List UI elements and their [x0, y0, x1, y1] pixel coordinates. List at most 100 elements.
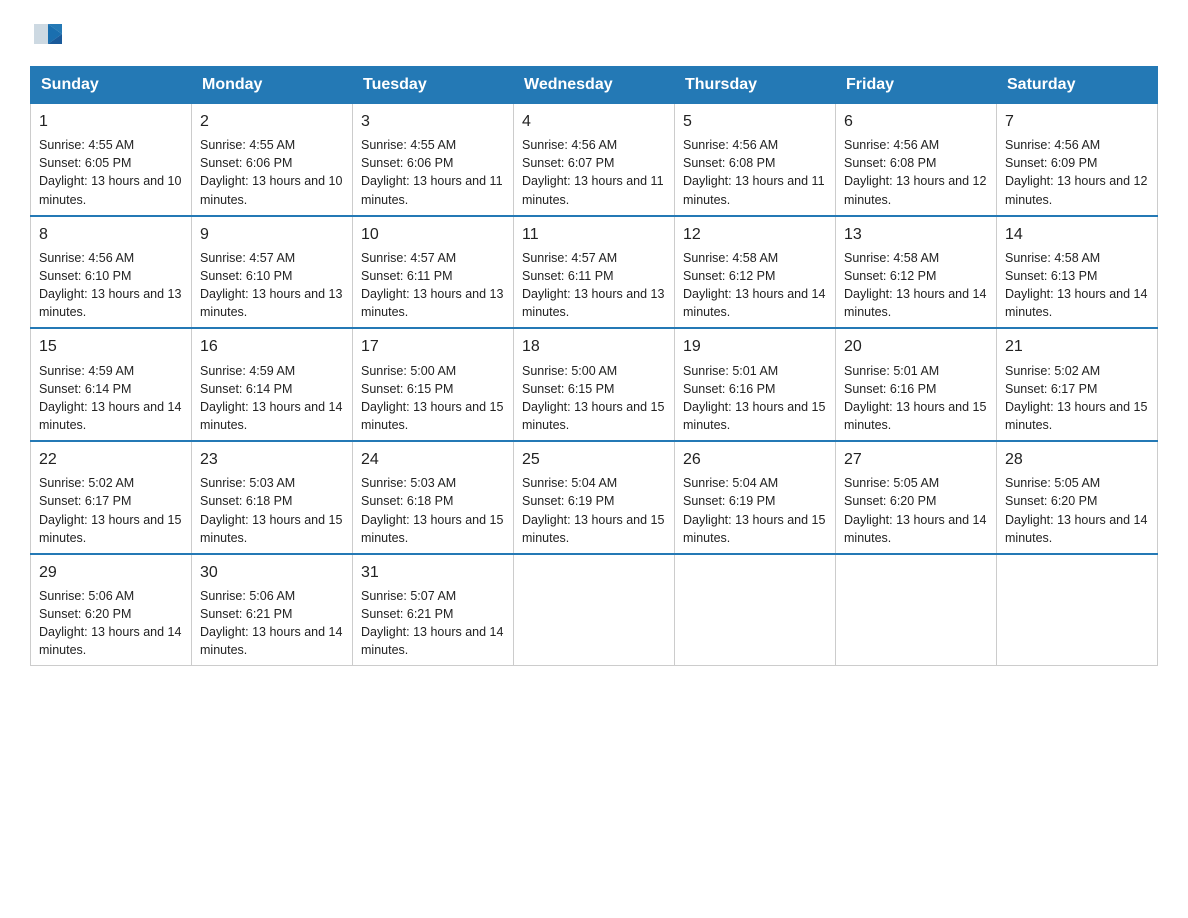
day-info: Sunrise: 4:55 AMSunset: 6:06 PMDaylight:… [200, 136, 344, 209]
calendar-cell: 20Sunrise: 5:01 AMSunset: 6:16 PMDayligh… [836, 328, 997, 441]
calendar-cell: 29 Sunrise: 5:06 AMSunset: 6:20 PMDayligh… [31, 554, 192, 666]
calendar-cell: 7 Sunrise: 4:56 AMSunset: 6:09 PMDaylight… [997, 103, 1158, 216]
day-number: 13 [844, 223, 988, 246]
calendar-cell: 15 Sunrise: 4:59 AMSunset: 6:14 PMDayligh… [31, 328, 192, 441]
day-info: Sunrise: 5:02 AMSunset: 6:17 PMDaylight:… [39, 474, 183, 547]
calendar-cell: 24 Sunrise: 5:03 AMSunset: 6:18 PMDayligh… [353, 441, 514, 554]
day-info: Sunrise: 5:03 AMSunset: 6:18 PMDaylight:… [200, 474, 344, 547]
calendar-cell: 25Sunrise: 5:04 AMSunset: 6:19 PMDayligh… [514, 441, 675, 554]
column-header-sunday: Sunday [31, 67, 192, 103]
day-info: Sunrise: 4:57 AMSunset: 6:11 PMDaylight:… [522, 249, 666, 322]
logo-flag-icon [32, 20, 64, 48]
calendar-table: SundayMondayTuesdayWednesdayThursdayFrid… [30, 66, 1158, 666]
day-number: 29 [39, 561, 183, 584]
column-header-wednesday: Wednesday [514, 67, 675, 103]
page-header [30, 20, 1158, 48]
calendar-cell: 1 Sunrise: 4:55 AMSunset: 6:05 PMDaylight… [31, 103, 192, 216]
day-info: Sunrise: 5:05 AMSunset: 6:20 PMDaylight:… [844, 474, 988, 547]
calendar-cell: 17Sunrise: 5:00 AMSunset: 6:15 PMDayligh… [353, 328, 514, 441]
calendar-cell: 3 Sunrise: 4:55 AMSunset: 6:06 PMDaylight… [353, 103, 514, 216]
day-number: 19 [683, 335, 827, 358]
calendar-cell: 26 Sunrise: 5:04 AMSunset: 6:19 PMDayligh… [675, 441, 836, 554]
calendar-cell [836, 554, 997, 666]
calendar-cell: 21 Sunrise: 5:02 AMSunset: 6:17 PMDayligh… [997, 328, 1158, 441]
day-number: 8 [39, 223, 183, 246]
day-info: Sunrise: 4:55 AMSunset: 6:05 PMDaylight:… [39, 136, 183, 209]
day-number: 3 [361, 110, 505, 133]
day-number: 14 [1005, 223, 1149, 246]
calendar-cell: 19 Sunrise: 5:01 AMSunset: 6:16 PMDayligh… [675, 328, 836, 441]
day-info: Sunrise: 5:01 AMSunset: 6:16 PMDaylight:… [844, 362, 988, 435]
calendar-cell [675, 554, 836, 666]
day-number: 16 [200, 335, 344, 358]
day-number: 12 [683, 223, 827, 246]
day-number: 17 [361, 335, 505, 358]
calendar-cell [997, 554, 1158, 666]
column-header-friday: Friday [836, 67, 997, 103]
day-number: 30 [200, 561, 344, 584]
calendar-cell: 27 Sunrise: 5:05 AMSunset: 6:20 PMDayligh… [836, 441, 997, 554]
calendar-week-row: 8 Sunrise: 4:56 AMSunset: 6:10 PMDaylight… [31, 216, 1158, 329]
calendar-cell: 13 Sunrise: 4:58 AMSunset: 6:12 PMDayligh… [836, 216, 997, 329]
day-info: Sunrise: 4:59 AMSunset: 6:14 PMDaylight:… [39, 362, 183, 435]
day-info: Sunrise: 5:03 AMSunset: 6:18 PMDaylight:… [361, 474, 505, 547]
day-number: 26 [683, 448, 827, 471]
calendar-cell: 4 Sunrise: 4:56 AMSunset: 6:07 PMDaylight… [514, 103, 675, 216]
day-info: Sunrise: 4:58 AMSunset: 6:13 PMDaylight:… [1005, 249, 1149, 322]
day-number: 1 [39, 110, 183, 133]
day-number: 28 [1005, 448, 1149, 471]
calendar-header-row: SundayMondayTuesdayWednesdayThursdayFrid… [31, 67, 1158, 103]
day-info: Sunrise: 4:56 AMSunset: 6:07 PMDaylight:… [522, 136, 666, 209]
day-info: Sunrise: 4:57 AMSunset: 6:11 PMDaylight:… [361, 249, 505, 322]
calendar-cell: 18Sunrise: 5:00 AMSunset: 6:15 PMDayligh… [514, 328, 675, 441]
day-info: Sunrise: 5:04 AMSunset: 6:19 PMDaylight:… [683, 474, 827, 547]
calendar-cell: 11 Sunrise: 4:57 AMSunset: 6:11 PMDayligh… [514, 216, 675, 329]
day-number: 4 [522, 110, 666, 133]
day-number: 2 [200, 110, 344, 133]
day-number: 24 [361, 448, 505, 471]
calendar-cell: 22Sunrise: 5:02 AMSunset: 6:17 PMDayligh… [31, 441, 192, 554]
day-number: 25 [522, 448, 666, 471]
day-info: Sunrise: 4:56 AMSunset: 6:10 PMDaylight:… [39, 249, 183, 322]
logo-area [30, 20, 66, 48]
day-info: Sunrise: 4:56 AMSunset: 6:08 PMDaylight:… [683, 136, 827, 209]
day-info: Sunrise: 5:02 AMSunset: 6:17 PMDaylight:… [1005, 362, 1149, 435]
calendar-cell: 10 Sunrise: 4:57 AMSunset: 6:11 PMDayligh… [353, 216, 514, 329]
day-number: 9 [200, 223, 344, 246]
day-number: 10 [361, 223, 505, 246]
column-header-thursday: Thursday [675, 67, 836, 103]
day-info: Sunrise: 4:55 AMSunset: 6:06 PMDaylight:… [361, 136, 505, 209]
day-number: 21 [1005, 335, 1149, 358]
calendar-week-row: 29 Sunrise: 5:06 AMSunset: 6:20 PMDayligh… [31, 554, 1158, 666]
logo [30, 20, 66, 48]
day-number: 23 [200, 448, 344, 471]
day-number: 15 [39, 335, 183, 358]
day-info: Sunrise: 4:57 AMSunset: 6:10 PMDaylight:… [200, 249, 344, 322]
day-number: 27 [844, 448, 988, 471]
day-number: 5 [683, 110, 827, 133]
day-info: Sunrise: 5:06 AMSunset: 6:20 PMDaylight:… [39, 587, 183, 660]
column-header-saturday: Saturday [997, 67, 1158, 103]
calendar-cell: 31 Sunrise: 5:07 AMSunset: 6:21 PMDayligh… [353, 554, 514, 666]
calendar-cell: 5 Sunrise: 4:56 AMSunset: 6:08 PMDaylight… [675, 103, 836, 216]
calendar-cell [514, 554, 675, 666]
calendar-cell: 30Sunrise: 5:06 AMSunset: 6:21 PMDayligh… [192, 554, 353, 666]
calendar-cell: 6Sunrise: 4:56 AMSunset: 6:08 PMDaylight… [836, 103, 997, 216]
calendar-week-row: 22Sunrise: 5:02 AMSunset: 6:17 PMDayligh… [31, 441, 1158, 554]
calendar-cell: 16 Sunrise: 4:59 AMSunset: 6:14 PMDayligh… [192, 328, 353, 441]
day-number: 7 [1005, 110, 1149, 133]
calendar-cell: 8 Sunrise: 4:56 AMSunset: 6:10 PMDaylight… [31, 216, 192, 329]
day-info: Sunrise: 4:59 AMSunset: 6:14 PMDaylight:… [200, 362, 344, 435]
column-header-monday: Monday [192, 67, 353, 103]
day-info: Sunrise: 4:56 AMSunset: 6:09 PMDaylight:… [1005, 136, 1149, 209]
day-info: Sunrise: 4:58 AMSunset: 6:12 PMDaylight:… [844, 249, 988, 322]
day-info: Sunrise: 5:05 AMSunset: 6:20 PMDaylight:… [1005, 474, 1149, 547]
day-number: 11 [522, 223, 666, 246]
day-number: 6 [844, 110, 988, 133]
calendar-week-row: 1 Sunrise: 4:55 AMSunset: 6:05 PMDaylight… [31, 103, 1158, 216]
day-info: Sunrise: 5:07 AMSunset: 6:21 PMDaylight:… [361, 587, 505, 660]
calendar-cell: 2 Sunrise: 4:55 AMSunset: 6:06 PMDaylight… [192, 103, 353, 216]
day-number: 31 [361, 561, 505, 584]
column-header-tuesday: Tuesday [353, 67, 514, 103]
day-info: Sunrise: 5:01 AMSunset: 6:16 PMDaylight:… [683, 362, 827, 435]
